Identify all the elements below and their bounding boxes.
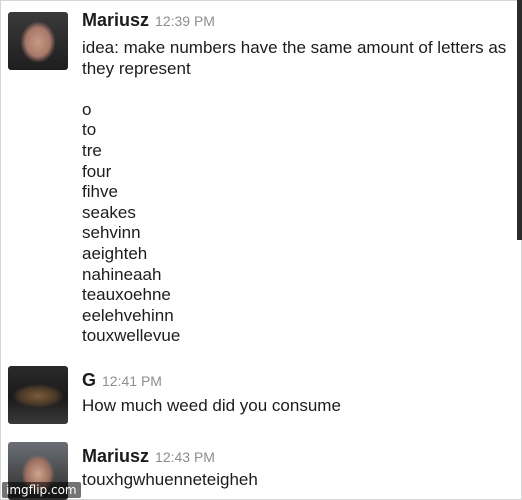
message-line: seakes [82, 202, 136, 222]
message-text: idea: make numbers have the same amount … [82, 38, 506, 347]
window-edge [517, 0, 522, 240]
message-line: sehvinn [82, 223, 141, 243]
message-line: fihve [82, 182, 118, 202]
message-line: nahineaah [82, 264, 162, 284]
message-line: tre [82, 140, 102, 160]
timestamp[interactable]: 12:39 PM [155, 13, 215, 29]
message-line: they represent [82, 58, 191, 78]
user-avatar[interactable] [8, 12, 68, 70]
author-name[interactable]: Mariusz [82, 446, 149, 466]
message-line: aeighteh [82, 243, 148, 263]
timestamp[interactable]: 12:43 PM [155, 449, 215, 465]
message-line: eelehvehinn [82, 305, 174, 325]
timestamp[interactable]: 12:41 PM [102, 373, 162, 389]
user-avatar[interactable] [8, 366, 68, 424]
message-line: touxwellevue [82, 326, 181, 346]
message-line: touxhgwhuenneteigheh [82, 470, 258, 489]
message-line: four [82, 161, 112, 181]
message-line [82, 79, 506, 100]
message-line: to [82, 120, 97, 140]
message-line: o [82, 99, 92, 119]
message-text: touxhgwhuenneteigheh [82, 470, 258, 491]
message-line: teauxoehne [82, 285, 171, 305]
author-name[interactable]: Mariusz [82, 10, 149, 30]
watermark: imgflip.com [2, 482, 81, 498]
message-text: How much weed did you consume [82, 396, 341, 417]
message-line: How much weed did you consume [82, 396, 341, 415]
message-line: idea: make numbers have the same amount … [82, 38, 507, 57]
author-name[interactable]: G [82, 370, 96, 390]
